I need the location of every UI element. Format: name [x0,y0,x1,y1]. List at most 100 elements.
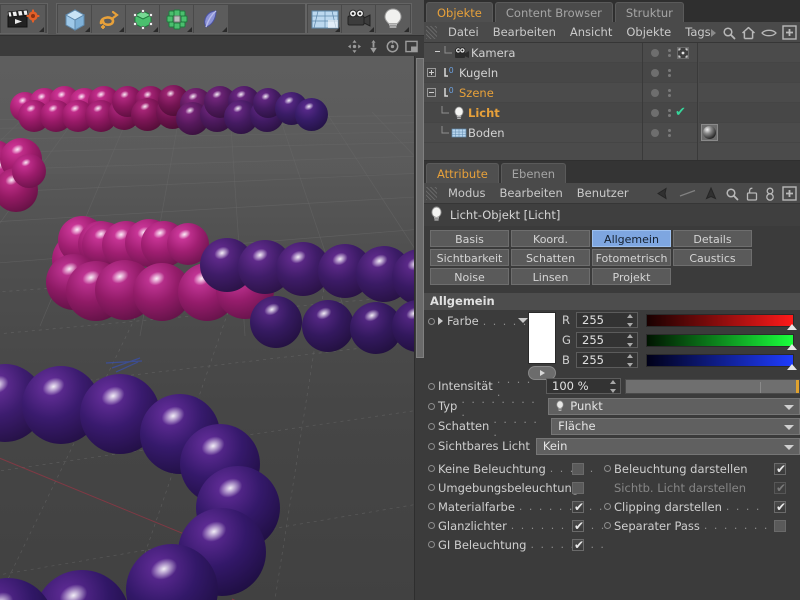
link-icon[interactable] [765,187,775,201]
checkbox-clipping-darstellen[interactable]: Clipping darstellen . . . . [600,497,796,516]
perspective-viewport[interactable] [0,56,414,600]
expand-arrow-icon[interactable] [438,317,443,325]
visible-light-dropdown[interactable]: Kein [535,437,800,455]
render-to-picture-viewer-icon[interactable] [1,4,45,33]
color-b-slider[interactable] [646,353,797,370]
menu-ansicht[interactable]: Ansicht [563,22,619,43]
render-dots[interactable] [668,108,671,117]
object-row-licht[interactable]: Licht [424,103,642,123]
object-row-kamera[interactable]: Kamera [424,43,642,63]
attr-tab-projekt[interactable]: Projekt [592,268,671,285]
chevron-down-icon[interactable] [783,444,794,450]
checkbox[interactable] [774,462,786,476]
drag-grip-icon[interactable] [426,25,437,39]
array-object-icon[interactable] [160,4,194,33]
plus-box-icon[interactable] [782,186,797,201]
object-row-szene[interactable]: 0 Szene [424,83,642,103]
animate-toggle[interactable] [428,442,435,450]
spinner[interactable] [626,314,633,327]
color-g-input[interactable]: 255 [576,332,638,348]
rotate-camera-icon[interactable] [386,40,399,53]
floor-environment-icon[interactable] [308,4,342,33]
history-line-icon[interactable] [679,187,697,200]
material-tag[interactable] [701,124,718,141]
light-icon[interactable] [376,4,410,33]
visibility-dot[interactable] [651,48,659,57]
slider-marker[interactable] [787,363,797,370]
color-b-input[interactable]: 255 [576,352,638,368]
animate-toggle[interactable] [428,317,435,325]
visibility-dot[interactable] [651,128,659,137]
animate-toggle[interactable] [428,402,435,410]
spinner[interactable] [609,380,616,393]
tab-attribute[interactable]: Attribute [426,163,499,183]
menu-bearbeiten[interactable]: Bearbeiten [486,22,563,43]
checkbox[interactable] [572,500,584,514]
menu-datei[interactable]: Datei [441,22,486,43]
chevron-down-icon[interactable] [784,424,794,430]
checkbox-beleuchtung-darstellen[interactable]: Beleuchtung darstellen [600,459,796,478]
color-r-slider[interactable] [646,313,797,330]
visibility-dot[interactable] [651,88,659,97]
checkbox-glanzlichter[interactable]: Glanzlichter . . . . . . . . . . [424,516,624,535]
toggle-views-icon[interactable] [405,40,418,53]
search-icon[interactable] [722,26,736,40]
animate-toggle[interactable] [428,422,435,430]
attr-tab-sichtbarkeit[interactable]: Sichtbarkeit [430,249,509,266]
attr-tab-fotometrisch[interactable]: Fotometrisch [592,249,671,266]
visibility-dot-row[interactable]: ✔ [643,103,697,123]
chevron-right-icon[interactable] [709,27,717,39]
tab-objekte[interactable]: Objekte [426,2,493,22]
scrollbar-thumb[interactable] [416,58,424,358]
animate-toggle[interactable] [604,522,611,529]
object-row-boden[interactable]: Boden [424,123,642,143]
checkbox-separater-pass[interactable]: Separater Pass . . . . . . . [600,516,796,535]
tag-row[interactable] [699,123,800,143]
checkbox-umgebungsbeleuchtung[interactable]: Umgebungsbeleuchtung [424,478,624,497]
render-dots[interactable] [668,88,671,97]
color-r-input[interactable]: 255 [576,312,638,328]
plus-box-icon[interactable] [782,25,797,40]
object-row-kugeln[interactable]: 0 Kugeln [424,63,642,83]
checkbox-gi-beleuchtung[interactable]: GI Beleuchtung . . . . . . . . [424,535,624,554]
visibility-dot[interactable] [651,68,659,77]
home-icon[interactable] [741,26,756,40]
tree-expander-plus[interactable] [427,68,436,77]
animate-toggle[interactable] [428,484,435,491]
drag-grip-icon[interactable] [426,186,437,200]
checkbox[interactable] [774,500,786,514]
deformer-icon[interactable] [194,4,228,33]
checkbox[interactable] [572,538,584,552]
animate-toggle[interactable] [428,465,435,472]
search-icon[interactable] [725,187,739,201]
type-dropdown[interactable]: Punkt [548,397,800,415]
checkbox[interactable] [572,519,584,533]
slider-knob[interactable] [796,379,799,393]
render-dots[interactable] [668,48,671,57]
animate-toggle[interactable] [428,541,435,548]
dolly-camera-icon[interactable] [367,40,380,53]
tree-expander-minus[interactable] [427,88,436,97]
attr-tab-linsen[interactable]: Linsen [511,268,590,285]
attr-tab-allgemein[interactable]: Allgemein [592,230,671,247]
up-arrow-icon[interactable] [704,187,718,200]
target-tag[interactable] [677,46,689,59]
lock-open-icon[interactable] [746,187,758,201]
menu-modus[interactable]: Modus [441,183,493,204]
tab-content-browser[interactable]: Content Browser [494,2,613,22]
eye-icon[interactable] [761,27,777,39]
object-manager[interactable]: Kamera 0 Kugeln 0 Szene Licht Boden ✔ [424,43,800,161]
slider-marker[interactable] [787,323,797,330]
visibility-dot-row[interactable] [643,43,697,63]
visibility-dot-row[interactable] [643,83,697,103]
render-dots[interactable] [668,68,671,77]
attr-tab-koord[interactable]: Koord. [511,230,590,247]
checkbox[interactable] [572,462,584,475]
intensity-input[interactable]: 100 % [546,378,622,394]
attr-tab-schatten[interactable]: Schatten [511,249,590,266]
attr-tab-caustics[interactable]: Caustics [673,249,752,266]
attr-tab-noise[interactable]: Noise [430,268,509,285]
shadow-dropdown[interactable]: Fläche [551,417,800,435]
color-g-slider[interactable] [646,333,797,350]
chevron-down-icon[interactable] [784,404,794,410]
